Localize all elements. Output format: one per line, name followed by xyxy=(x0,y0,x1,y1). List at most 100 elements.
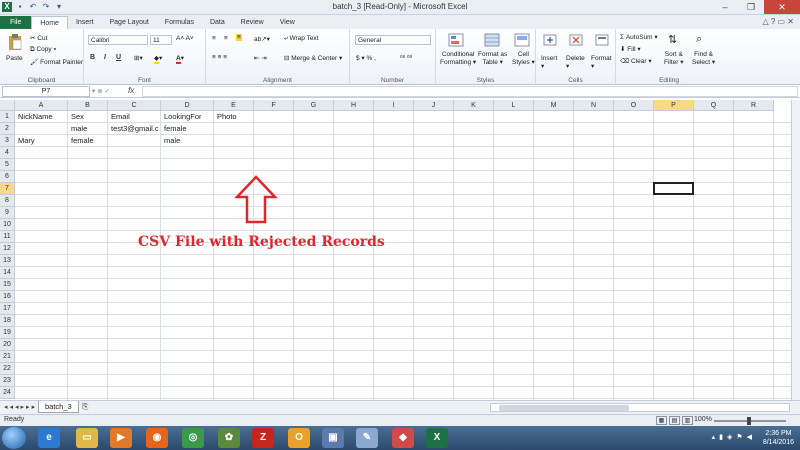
row-header-7[interactable]: 7 xyxy=(0,183,15,195)
vertical-scrollbar[interactable] xyxy=(791,100,800,400)
row-header-13[interactable]: 13 xyxy=(0,255,15,267)
row-header-16[interactable]: 16 xyxy=(0,291,15,303)
row-header-6[interactable]: 6 xyxy=(0,171,15,183)
row-header-1[interactable]: 1 xyxy=(0,111,15,123)
row-header-12[interactable]: 12 xyxy=(0,243,15,255)
fill-color-icon[interactable]: ◆▾ xyxy=(154,54,162,64)
find-binoculars-icon[interactable]: ⌕ xyxy=(696,33,702,46)
page-break-view-icon[interactable]: ▥ xyxy=(682,416,693,425)
column-header-B[interactable]: B xyxy=(68,100,108,111)
internet-explorer-icon[interactable]: e xyxy=(38,428,60,448)
archive-app-icon[interactable]: ▣ xyxy=(322,428,344,448)
copy-button[interactable]: ⧉ Copy ▾ xyxy=(30,46,56,54)
tab-page-layout[interactable]: Page Layout xyxy=(101,16,156,29)
cell-E1[interactable]: Photo xyxy=(214,111,294,123)
row-header-11[interactable]: 11 xyxy=(0,231,15,243)
column-header-I[interactable]: I xyxy=(374,100,414,111)
paste-button[interactable]: Paste xyxy=(6,55,23,62)
row-header-18[interactable]: 18 xyxy=(0,315,15,327)
frog-app-icon[interactable]: ✿ xyxy=(218,428,240,448)
taskbar-clock[interactable]: 2:36 PM 8/14/2016 xyxy=(763,429,794,447)
fx-icon[interactable]: fx xyxy=(128,86,134,95)
align-left-icon[interactable]: ≡ ≡ ≡ xyxy=(212,54,227,61)
network-icon[interactable]: ▮ xyxy=(719,433,723,441)
active-cell-P7[interactable] xyxy=(653,182,694,195)
row-header-17[interactable]: 17 xyxy=(0,303,15,315)
wrap-text-button[interactable]: ⤶ Wrap Text xyxy=(284,35,318,43)
firefox-icon[interactable]: ◉ xyxy=(146,428,168,448)
tab-data[interactable]: Data xyxy=(202,16,233,29)
tab-formulas[interactable]: Formulas xyxy=(157,16,202,29)
delete-button[interactable]: Delete ▾ xyxy=(566,55,585,70)
cell-D2[interactable]: female xyxy=(161,123,254,135)
cell-styles-button[interactable]: Cell Styles ▾ xyxy=(512,51,535,66)
page-layout-view-icon[interactable]: ▤ xyxy=(669,416,680,425)
row-header-8[interactable]: 8 xyxy=(0,195,15,207)
autosum-button[interactable]: Σ AutoSum ▾ xyxy=(620,33,658,41)
volume-icon[interactable]: ◀ xyxy=(747,433,752,441)
start-button-icon[interactable] xyxy=(2,427,26,449)
row-header-4[interactable]: 4 xyxy=(0,147,15,159)
row-header-14[interactable]: 14 xyxy=(0,267,15,279)
cell-area[interactable]: NickName Sex Email LookingFor Photo male test3… xyxy=(15,111,800,400)
decimal-icon[interactable]: ⁰⁰ ⁰⁰ xyxy=(400,54,412,62)
column-header-N[interactable]: N xyxy=(574,100,614,111)
insert-sheet-icon[interactable]: ⎘ xyxy=(82,402,88,412)
currency-icon[interactable]: $ ▾ % , xyxy=(356,54,376,62)
excel-taskbar-icon[interactable]: X xyxy=(426,428,448,448)
cell-C2[interactable]: test3@gmail.c xyxy=(108,123,161,135)
row-header-21[interactable]: 21 xyxy=(0,351,15,363)
paste-icon[interactable] xyxy=(8,33,22,51)
conditional-formatting-button[interactable]: Conditional Formatting ▾ xyxy=(440,51,476,66)
cut-button[interactable]: ✂ Cut xyxy=(30,34,47,42)
italic-icon[interactable]: I xyxy=(104,54,106,61)
minimize-icon[interactable]: – xyxy=(712,0,738,14)
filezilla-icon[interactable]: Z xyxy=(252,428,274,448)
zoom-level[interactable]: 100% xyxy=(694,416,712,423)
row-header-3[interactable]: 3 xyxy=(0,135,15,147)
select-all-corner[interactable] xyxy=(0,100,15,111)
sort-filter-button[interactable]: Sort & Filter ▾ xyxy=(664,51,684,66)
shield-icon[interactable]: ◈ xyxy=(727,433,732,441)
row-header-5[interactable]: 5 xyxy=(0,159,15,171)
tab-view[interactable]: View xyxy=(272,16,303,29)
column-header-L[interactable]: L xyxy=(494,100,534,111)
underline-icon[interactable]: U xyxy=(116,54,121,61)
column-header-P[interactable]: P xyxy=(654,100,694,111)
column-header-J[interactable]: J xyxy=(414,100,454,111)
sort-filter-icon[interactable]: ⇅ xyxy=(668,33,677,46)
font-color-icon[interactable]: A▾ xyxy=(176,54,184,64)
insert-cells-icon[interactable] xyxy=(542,33,558,47)
column-header-Q[interactable]: Q xyxy=(694,100,734,111)
row-header-22[interactable]: 22 xyxy=(0,363,15,375)
borders-icon[interactable]: ⊞▾ xyxy=(134,54,143,62)
outlook-icon[interactable]: O xyxy=(288,428,310,448)
column-header-C[interactable]: C xyxy=(108,100,161,111)
format-cells-icon[interactable] xyxy=(594,33,610,47)
font-size-combo[interactable]: 11 xyxy=(150,35,172,45)
row-header-19[interactable]: 19 xyxy=(0,327,15,339)
column-header-M[interactable]: M xyxy=(534,100,574,111)
row-header-20[interactable]: 20 xyxy=(0,339,15,351)
delete-cells-icon[interactable] xyxy=(568,33,584,47)
bold-icon[interactable]: B xyxy=(90,54,95,61)
paint-app-icon[interactable]: ✎ xyxy=(356,428,378,448)
formula-input[interactable] xyxy=(142,86,798,97)
row-header-9[interactable]: 9 xyxy=(0,207,15,219)
column-header-R[interactable]: R xyxy=(734,100,774,111)
namebox-dropdown-icon[interactable]: ▾ ⊗ ✓ xyxy=(92,87,110,95)
number-format-combo[interactable]: General xyxy=(355,35,431,45)
normal-view-icon[interactable]: ▦ xyxy=(656,416,667,425)
close-icon[interactable]: ✕ xyxy=(764,0,800,14)
column-header-G[interactable]: G xyxy=(294,100,334,111)
conditional-formatting-icon[interactable] xyxy=(448,33,464,47)
align-middle-icon[interactable]: ≡ xyxy=(224,35,228,42)
help-icon[interactable]: △ ? ▭ ✕ xyxy=(762,17,794,26)
grow-font-icon[interactable]: A˄ A˅ xyxy=(176,35,194,42)
flag-icon[interactable]: ⚑ xyxy=(736,433,742,441)
tab-file[interactable]: File xyxy=(0,16,32,29)
cell-D3[interactable]: male xyxy=(161,135,254,147)
zoom-knob[interactable] xyxy=(747,417,751,425)
fill-button[interactable]: ⬇ Fill ▾ xyxy=(620,45,641,53)
zoom-slider[interactable] xyxy=(714,417,786,425)
